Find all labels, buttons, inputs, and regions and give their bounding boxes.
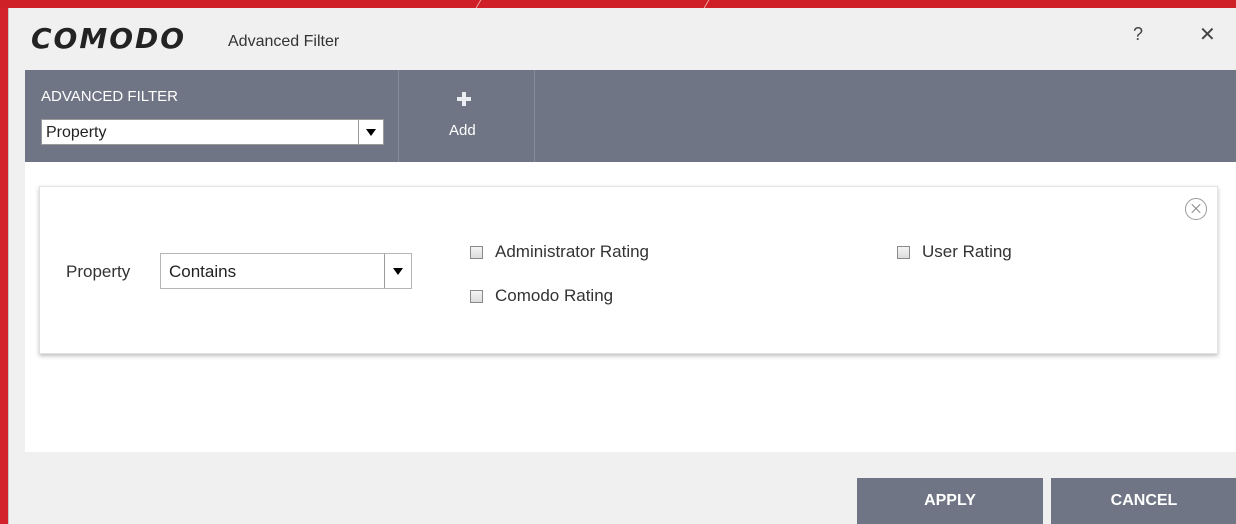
property-label: Property (66, 262, 131, 281)
remove-filter-icon[interactable] (1185, 198, 1207, 220)
filter-list-area: Property Contains Administrator Rating C… (25, 162, 1236, 452)
administrator-rating-label: Administrator Rating (495, 242, 650, 261)
dropdown-arrow-icon (384, 254, 411, 288)
checkbox-box[interactable] (897, 245, 910, 259)
filter-toolbar: ADVANCED FILTER Property Add (25, 70, 1236, 162)
advanced-filter-dialog: COMODO Advanced Filter ? ✕ ADVANCED FILT… (8, 8, 1236, 524)
condition-dropdown[interactable]: Contains (160, 253, 412, 289)
property-filter-card: Property Contains Administrator Rating C… (39, 186, 1218, 354)
condition-value: Contains (169, 262, 237, 281)
apply-button[interactable]: APPLY (857, 478, 1043, 524)
help-button[interactable]: ? (1133, 24, 1143, 45)
add-filter-button[interactable]: Add (399, 70, 535, 162)
advanced-filter-section: ADVANCED FILTER Property (25, 70, 399, 162)
plus-icon (457, 92, 471, 106)
title-bar: COMODO Advanced Filter ? ✕ (9, 8, 1236, 70)
close-button[interactable]: ✕ (1199, 22, 1216, 47)
strip-decoration (475, 0, 482, 8)
filter-type-dropdown[interactable]: Property (41, 119, 384, 145)
dropdown-arrow-icon (358, 120, 383, 144)
cancel-button[interactable]: CANCEL (1051, 478, 1236, 524)
comodo-rating-checkbox[interactable]: Comodo Rating (470, 286, 613, 306)
strip-decoration (703, 0, 710, 8)
checkbox-box[interactable] (470, 245, 483, 259)
add-label: Add (449, 122, 476, 139)
administrator-rating-checkbox[interactable]: Administrator Rating (470, 242, 649, 262)
comodo-logo: COMODO (31, 22, 187, 55)
comodo-rating-label: Comodo Rating (495, 286, 614, 305)
background-brand-strip (0, 0, 1236, 8)
checkbox-box[interactable] (470, 289, 483, 303)
user-rating-label: User Rating (922, 242, 1012, 261)
user-rating-checkbox[interactable]: User Rating (897, 242, 1012, 262)
advanced-filter-heading: ADVANCED FILTER (41, 88, 178, 105)
window-title: Advanced Filter (228, 33, 340, 50)
filter-type-value: Property (46, 124, 107, 141)
dialog-footer: APPLY CANCEL (9, 452, 1236, 524)
